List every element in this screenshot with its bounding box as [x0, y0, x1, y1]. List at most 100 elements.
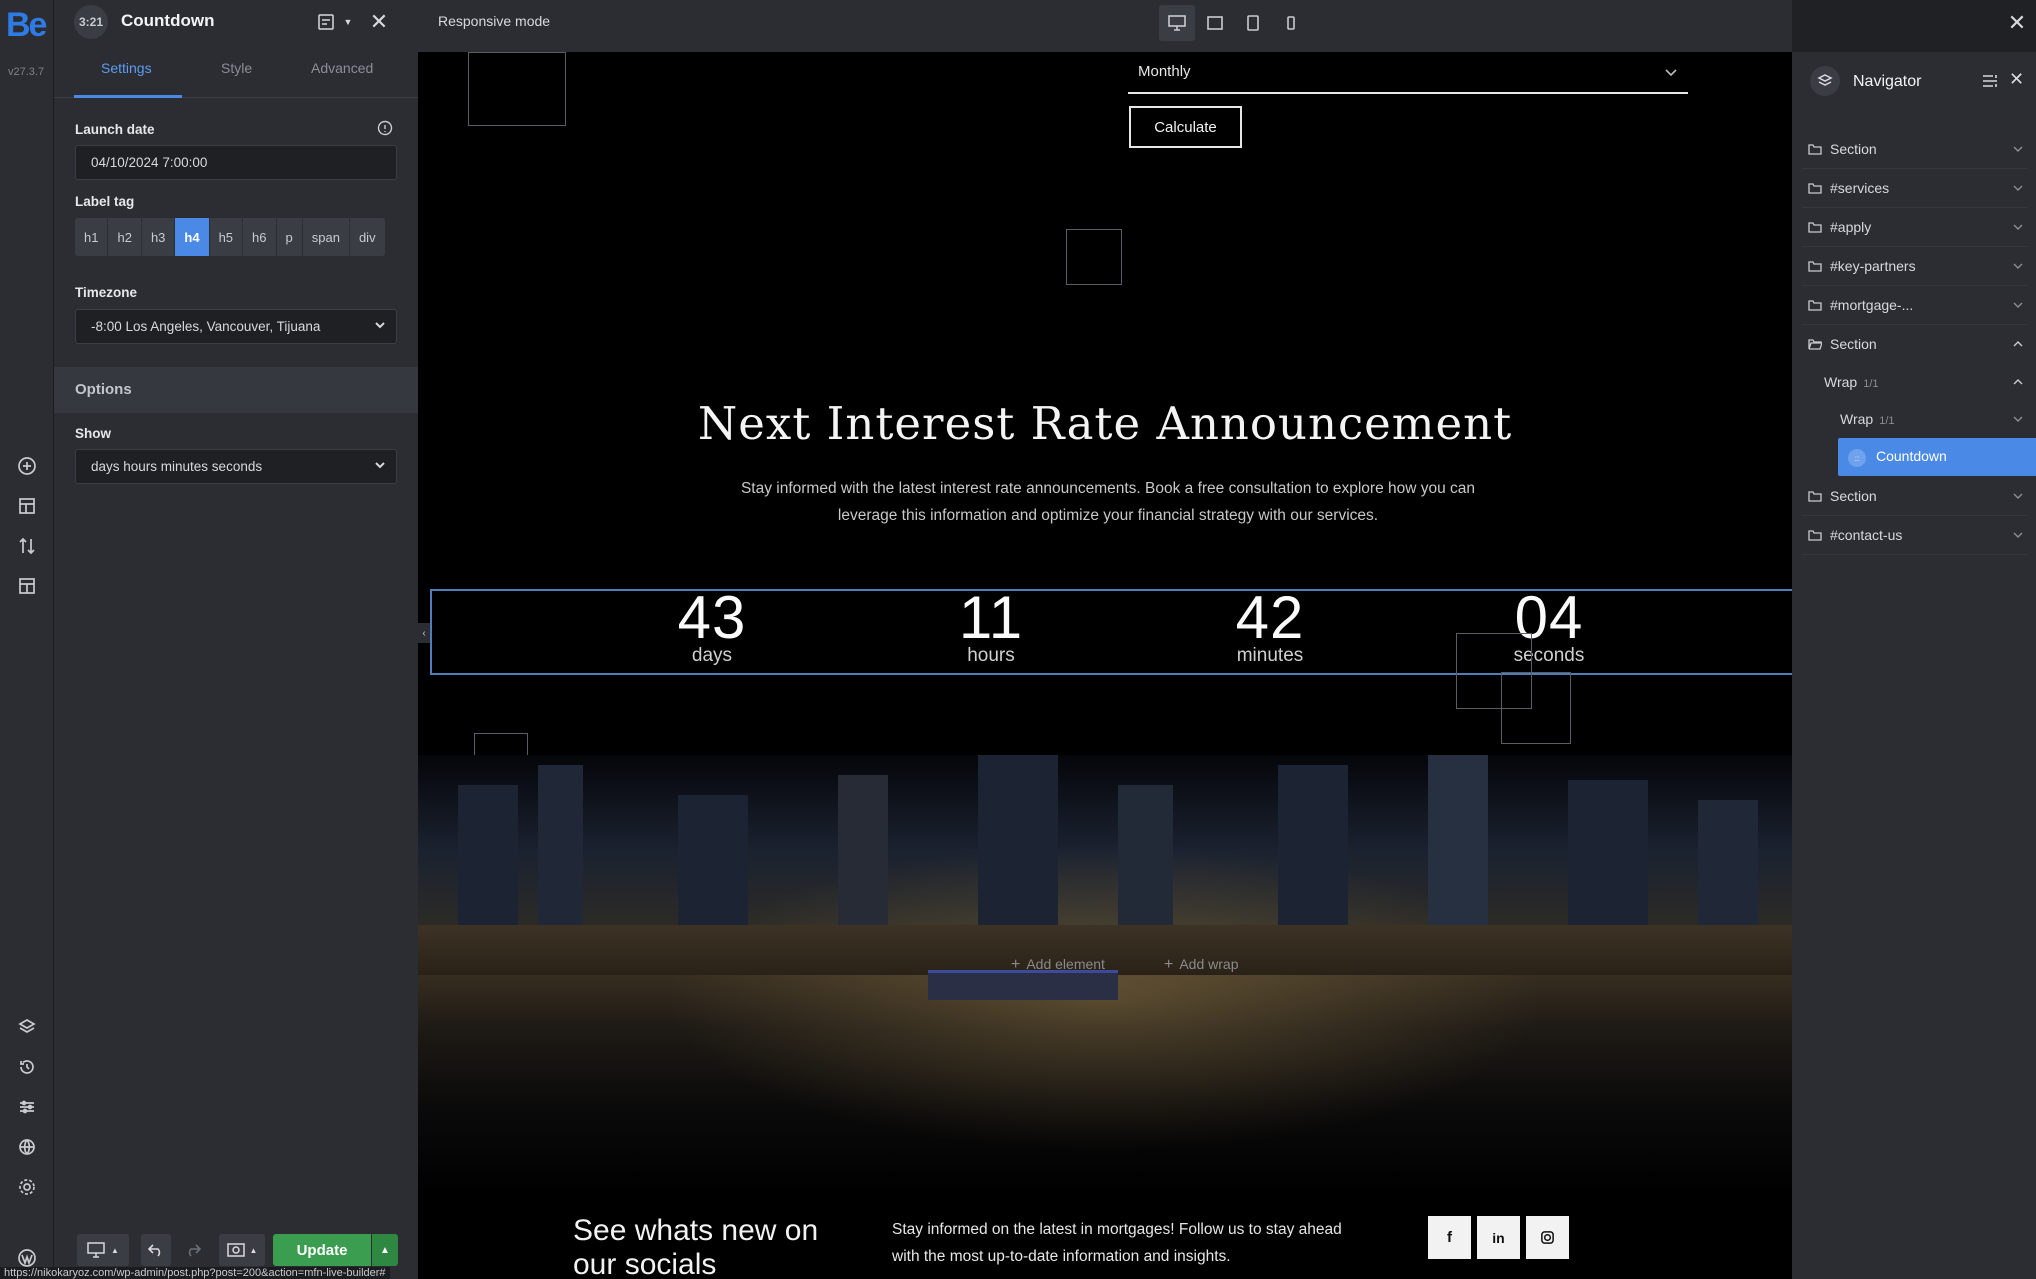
- wrap-size-badge: 1/1: [1863, 378, 1879, 390]
- instagram-icon[interactable]: [1526, 1216, 1569, 1259]
- timezone-select[interactable]: -8:00 Los Angeles, Vancouver, Tijuana: [75, 309, 397, 344]
- help-icon[interactable]: [377, 120, 393, 136]
- preset-dropdown-icon[interactable]: ▼: [336, 10, 360, 34]
- globe-icon[interactable]: [12, 1132, 42, 1162]
- folder-icon: [1808, 183, 1822, 194]
- chevron-down-icon: [1665, 69, 1677, 77]
- chevron-down-icon[interactable]: [2012, 182, 2024, 194]
- tag-h5-button[interactable]: h5: [210, 218, 244, 256]
- show-value: days hours minutes seconds: [91, 459, 263, 474]
- chevron-down-icon[interactable]: [2012, 490, 2024, 502]
- add-element-icon[interactable]: [12, 451, 42, 481]
- nav-item-section-2[interactable]: Section: [1802, 478, 2028, 516]
- nav-item-contact-us[interactable]: #contact-us: [1802, 517, 2028, 555]
- tab-settings[interactable]: Settings: [101, 60, 152, 76]
- countdown-element-icon: ::: [1848, 449, 1866, 467]
- pre-built-sections-icon[interactable]: [12, 491, 42, 521]
- status-bar-url: https://nikokaryoz.com/wp-admin/post.php…: [0, 1267, 390, 1279]
- laptop-device-icon[interactable]: [1197, 5, 1233, 41]
- tab-advanced[interactable]: Advanced: [311, 60, 373, 76]
- nav-item-countdown[interactable]: :: Countdown: [1838, 438, 2036, 476]
- calculate-button[interactable]: Calculate: [1129, 106, 1242, 148]
- launch-date-input[interactable]: 04/10/2024 7:00:00: [75, 145, 397, 180]
- gear-icon[interactable]: [12, 1172, 42, 1202]
- announcement-description[interactable]: Stay informed with the latest interest r…: [738, 475, 1478, 529]
- nav-item-apply[interactable]: #apply: [1802, 209, 2028, 247]
- close-builder-icon[interactable]: ✕: [2004, 10, 2030, 36]
- tag-h4-button[interactable]: h4: [175, 218, 210, 256]
- element-settings-panel: 3:21 Countdown ▼ ✕ Settings Style Advanc…: [54, 0, 418, 1279]
- hours-value: 11: [958, 584, 1024, 651]
- countdown-days: 43 days: [612, 587, 812, 667]
- timezone-value: -8:00 Los Angeles, Vancouver, Tijuana: [91, 319, 321, 334]
- chevron-down-icon[interactable]: [2012, 413, 2024, 425]
- show-select[interactable]: days hours minutes seconds: [75, 449, 397, 484]
- facebook-icon[interactable]: f: [1428, 1216, 1471, 1259]
- chevron-down-icon[interactable]: [2012, 221, 2024, 233]
- frequency-value: Monthly: [1138, 63, 1191, 80]
- nav-item-key-partners[interactable]: #key-partners: [1802, 248, 2028, 286]
- frequency-select[interactable]: Monthly: [1128, 60, 1688, 94]
- mobile-device-icon[interactable]: [1273, 5, 1309, 41]
- update-options-caret-icon[interactable]: ▲: [372, 1234, 398, 1266]
- history-icon[interactable]: [12, 1052, 42, 1082]
- chevron-down-icon[interactable]: [2012, 143, 2024, 155]
- tablet-device-icon[interactable]: [1235, 5, 1271, 41]
- navigator-title: Navigator: [1853, 73, 1922, 90]
- templates-icon[interactable]: [12, 571, 42, 601]
- nav-item-mortgage[interactable]: #mortgage-...: [1802, 287, 2028, 325]
- chevron-up-icon[interactable]: [2012, 338, 2024, 350]
- preview-button[interactable]: ▲: [219, 1234, 265, 1266]
- left-rail: Be v27.3.7: [0, 0, 54, 1279]
- settings-sliders-icon[interactable]: [12, 1092, 42, 1122]
- tag-h6-button[interactable]: h6: [243, 218, 277, 256]
- update-button[interactable]: Update: [273, 1234, 371, 1266]
- socials-heading[interactable]: See whats new on our socials: [573, 1214, 853, 1279]
- folder-icon: [1808, 300, 1822, 311]
- tag-h1-button[interactable]: h1: [75, 218, 109, 256]
- chevron-down-icon[interactable]: [2012, 260, 2024, 272]
- undo-icon[interactable]: [141, 1234, 171, 1266]
- chevron-down-icon[interactable]: [2012, 299, 2024, 311]
- top-toolbar: Responsive mode: [418, 0, 1792, 52]
- tag-span-button[interactable]: span: [303, 218, 350, 256]
- layers-icon[interactable]: [12, 1012, 42, 1042]
- tag-h3-button[interactable]: h3: [142, 218, 176, 256]
- hours-label: hours: [967, 645, 1015, 666]
- version-label: v27.3.7: [8, 66, 45, 78]
- page-canvas[interactable]: Monthly Calculate Next Interest Rate Ann…: [418, 52, 1792, 1279]
- close-navigator-icon[interactable]: ✕: [2009, 69, 2024, 90]
- add-wrap-button[interactable]: + Add wrap: [1164, 956, 1239, 974]
- desktop-device-icon[interactable]: [1159, 5, 1195, 41]
- preset-icon[interactable]: [314, 10, 338, 34]
- linkedin-icon[interactable]: in: [1477, 1216, 1520, 1259]
- tag-p-button[interactable]: p: [277, 218, 303, 256]
- tab-style[interactable]: Style: [221, 60, 252, 76]
- device-preview-button[interactable]: ▲: [77, 1234, 129, 1266]
- navigator-menu-icon[interactable]: [1981, 72, 1999, 90]
- add-element-button[interactable]: + Add element: [1011, 956, 1105, 974]
- tag-div-button[interactable]: div: [350, 218, 385, 256]
- nav-item-wrap-inner[interactable]: Wrap 1/1: [1802, 401, 2028, 439]
- days-label: days: [691, 645, 733, 666]
- options-section-header[interactable]: Options: [54, 367, 418, 413]
- nav-item-section-open[interactable]: Section: [1802, 326, 2028, 364]
- placeholder-box: [1501, 672, 1571, 744]
- tag-h2-button[interactable]: h2: [108, 218, 142, 256]
- show-label: Show: [75, 426, 111, 441]
- chevron-down-icon: [375, 322, 385, 329]
- responsive-mode-label: Responsive mode: [438, 13, 551, 29]
- chevron-down-icon[interactable]: [2012, 529, 2024, 541]
- announcement-heading[interactable]: Next Interest Rate Announcement: [418, 397, 1792, 450]
- close-panel-icon[interactable]: ✕: [367, 9, 391, 34]
- nav-item-section[interactable]: Section: [1802, 131, 2028, 169]
- collapse-panel-icon[interactable]: ‹: [418, 623, 430, 643]
- socials-text[interactable]: Stay informed on the latest in mortgages…: [892, 1216, 1352, 1270]
- nav-item-services[interactable]: #services: [1802, 170, 2028, 208]
- nav-item-wrap-outer[interactable]: Wrap 1/1: [1802, 364, 2028, 402]
- chevron-up-icon[interactable]: [2012, 376, 2024, 388]
- redo-icon[interactable]: [178, 1234, 208, 1266]
- sort-icon[interactable]: [12, 531, 42, 561]
- placeholder-box: [1066, 229, 1122, 285]
- countdown-minutes: 42 minutes: [1170, 587, 1370, 667]
